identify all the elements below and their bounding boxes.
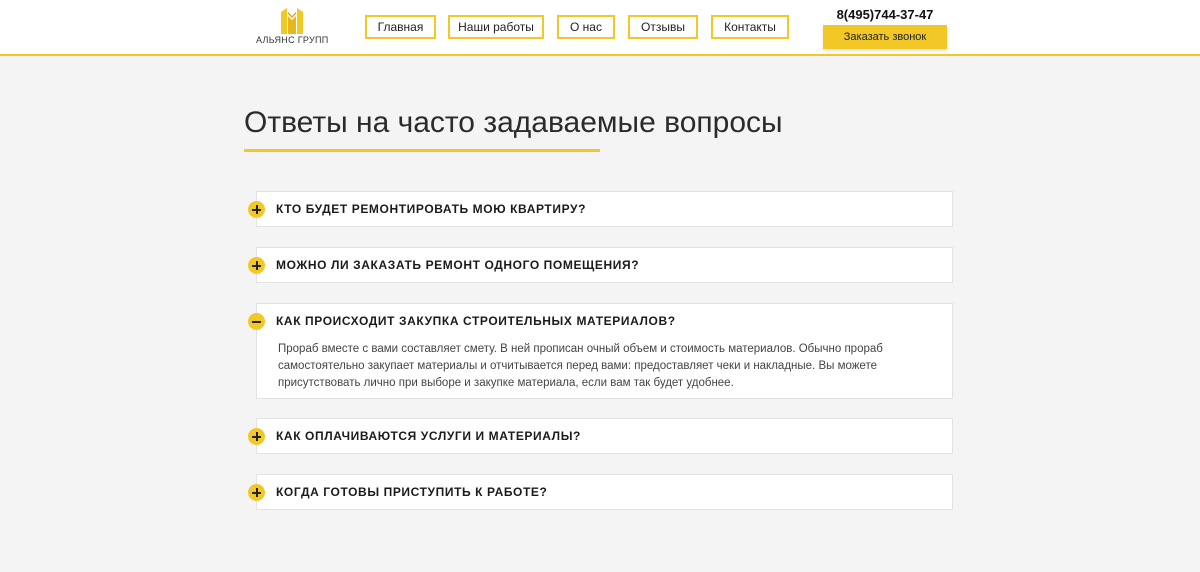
faq-item[interactable]: Как оплачиваются услуги и материалы? xyxy=(248,418,953,454)
faq-question[interactable]: Как происходит закупка строительных мате… xyxy=(276,314,676,328)
faq-question[interactable]: Когда готовы приступить к работе? xyxy=(276,485,547,499)
page-title: Ответы на часто задаваемые вопросы xyxy=(244,106,783,139)
nav-item-about[interactable]: О нас xyxy=(557,15,615,39)
site-header: АЛЬЯНС ГРУПП Главная Наши работы О нас О… xyxy=(0,0,1200,56)
faq-item-expanded[interactable]: Как происходит закупка строительных мате… xyxy=(248,303,953,399)
faq-item[interactable]: Когда готовы приступить к работе? xyxy=(248,474,953,510)
title-underline xyxy=(244,149,600,152)
plus-icon[interactable] xyxy=(248,428,265,445)
faq-question[interactable]: Можно ли заказать ремонт одного помещени… xyxy=(276,258,639,272)
faq-item[interactable]: Можно ли заказать ремонт одного помещени… xyxy=(248,247,953,283)
faq-question[interactable]: Как оплачиваются услуги и материалы? xyxy=(276,429,581,443)
main-nav: Главная Наши работы О нас Отзывы Контакт… xyxy=(0,15,1200,41)
plus-icon[interactable] xyxy=(248,201,265,218)
nav-item-home[interactable]: Главная xyxy=(365,15,436,39)
plus-icon[interactable] xyxy=(248,484,265,501)
phone-number[interactable]: 8(495)744-37-47 xyxy=(824,7,946,22)
nav-item-reviews[interactable]: Отзывы xyxy=(628,15,698,39)
faq-item[interactable]: Кто будет ремонтировать мою квартиру? xyxy=(248,191,953,227)
plus-icon[interactable] xyxy=(248,257,265,274)
nav-item-works[interactable]: Наши работы xyxy=(448,15,544,39)
minus-icon[interactable] xyxy=(248,313,265,330)
faq-question[interactable]: Кто будет ремонтировать мою квартиру? xyxy=(276,202,586,216)
callback-button[interactable]: Заказать звонок xyxy=(823,25,947,49)
nav-item-contacts[interactable]: Контакты xyxy=(711,15,789,39)
faq-answer: Прораб вместе с вами составляет смету. В… xyxy=(278,343,883,389)
